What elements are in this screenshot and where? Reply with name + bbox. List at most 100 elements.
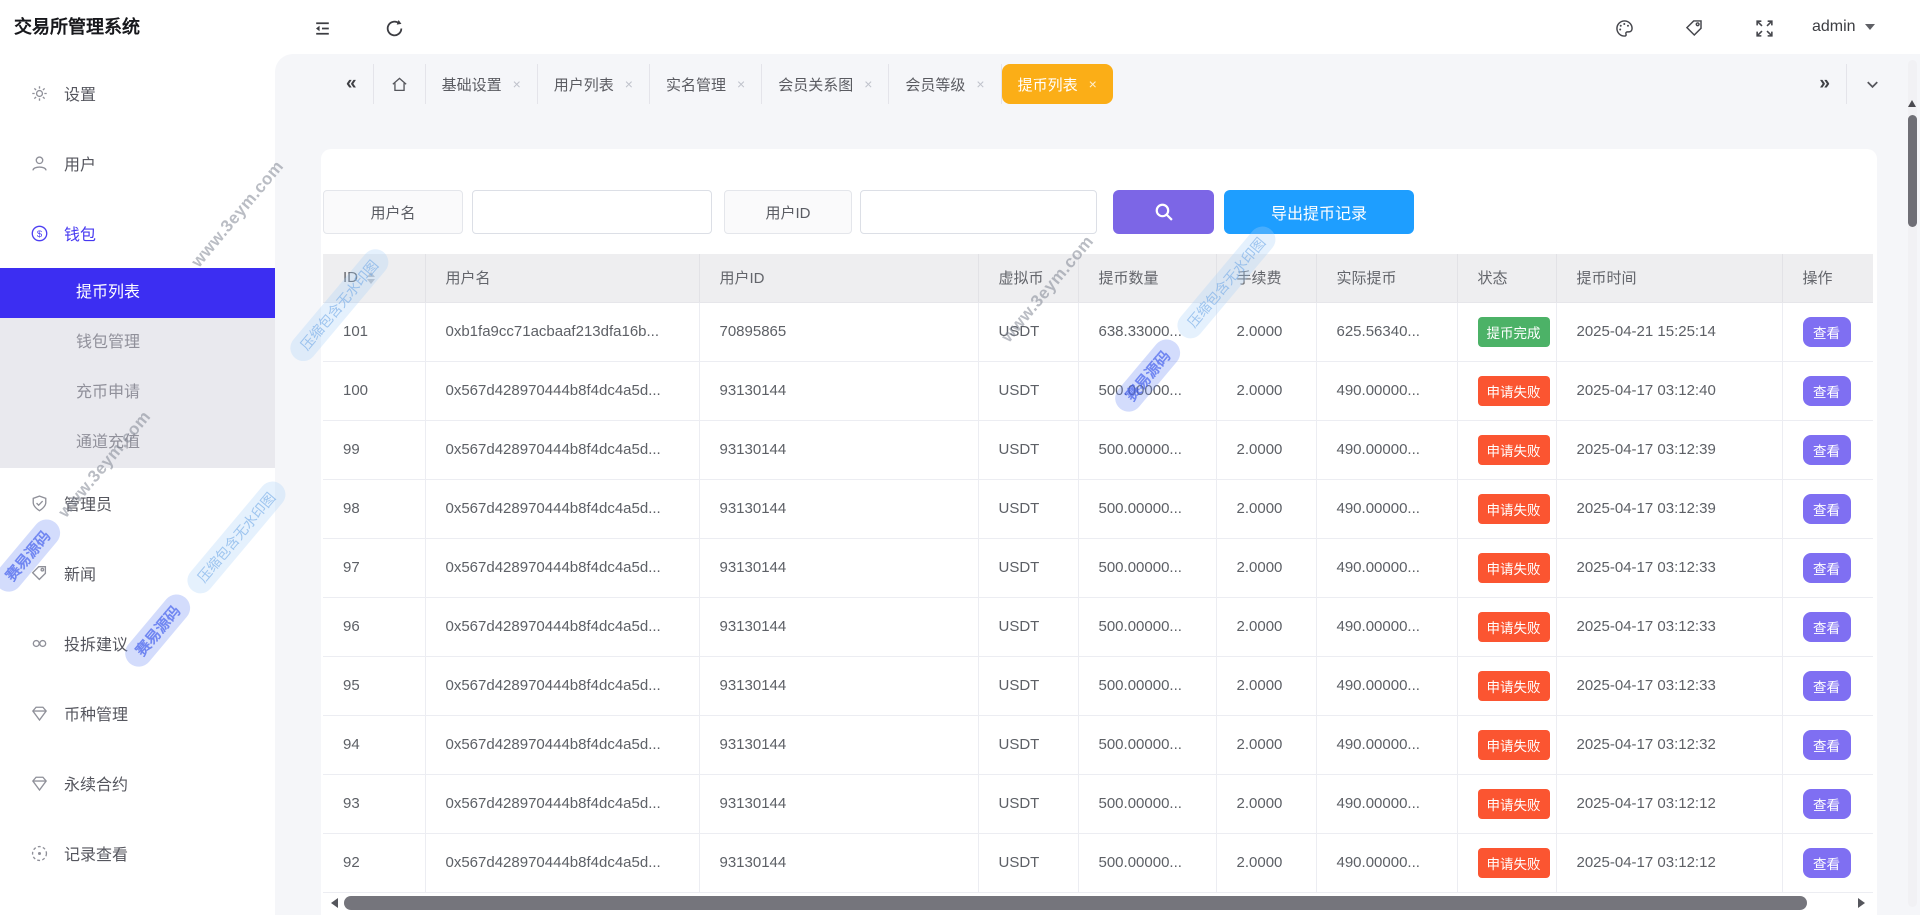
- sidebar-item-settings[interactable]: 设置: [0, 58, 275, 128]
- sidebar-subitem-channel-recharge[interactable]: 通道充值: [0, 418, 275, 468]
- col-header-label: 提币时间: [1577, 267, 1637, 288]
- cell-amount: 500.00000...: [1078, 538, 1216, 597]
- view-button[interactable]: 查看: [1803, 494, 1851, 524]
- sidebar-item-label: 投拆建议: [64, 631, 128, 655]
- theme-button[interactable]: [1610, 14, 1638, 42]
- tabs-scroll-right-button[interactable]: »: [1803, 64, 1847, 104]
- double-chevron-left-icon: «: [346, 73, 357, 95]
- col-header-inner: 操作: [1803, 267, 1874, 288]
- cell-action: 查看: [1782, 538, 1873, 597]
- view-button[interactable]: 查看: [1803, 435, 1851, 465]
- cell-id: 96: [323, 597, 425, 656]
- cell-username: 0x567d428970444b8f4dc4a5d...: [425, 715, 699, 774]
- tab-basic-settings[interactable]: 基础设置×: [426, 64, 538, 104]
- cell-time: 2025-04-17 03:12:39: [1556, 420, 1782, 479]
- cell-username: 0x567d428970444b8f4dc4a5d...: [425, 774, 699, 833]
- refresh-button[interactable]: [380, 14, 408, 42]
- sidebar-subitem-wallet-manage[interactable]: 钱包管理: [0, 318, 275, 368]
- tab-user-list[interactable]: 用户列表×: [538, 64, 650, 104]
- userid-input[interactable]: [860, 190, 1097, 234]
- close-icon[interactable]: ×: [1089, 76, 1097, 92]
- cell-action: 查看: [1782, 597, 1873, 656]
- cell-time: 2025-04-17 03:12:33: [1556, 597, 1782, 656]
- view-button[interactable]: 查看: [1803, 671, 1851, 701]
- link-icon: [30, 634, 49, 653]
- diamond-icon: [30, 774, 49, 793]
- table-row: 940x567d428970444b8f4dc4a5d...93130144US…: [323, 715, 1873, 774]
- view-button[interactable]: 查看: [1803, 553, 1851, 583]
- cell-actual: 625.56340...: [1316, 302, 1457, 361]
- content-card: 用户名 用户ID 导出提币记录 ID用户名用户ID虚拟币提币数量手续费实际提币状…: [321, 149, 1877, 915]
- scroll-up-arrow-icon[interactable]: [1908, 100, 1916, 107]
- search-button[interactable]: [1113, 190, 1214, 234]
- sidebar-item-admins[interactable]: 管理员: [0, 468, 275, 538]
- vertical-scrollbar[interactable]: [1908, 60, 1917, 907]
- sidebar-item-label: 用户: [64, 151, 96, 175]
- col-header-inner: 用户名: [446, 267, 699, 288]
- tab-withdraw-list[interactable]: 提币列表×: [1002, 64, 1113, 104]
- sidebar-item-users[interactable]: 用户: [0, 128, 275, 198]
- sidebar-item-coin-manage[interactable]: 币种管理: [0, 678, 275, 748]
- scroll-right-arrow-icon[interactable]: [1858, 898, 1865, 908]
- close-icon[interactable]: ×: [864, 76, 872, 92]
- cell-id: 95: [323, 656, 425, 715]
- close-icon[interactable]: ×: [976, 76, 984, 92]
- close-icon[interactable]: ×: [737, 76, 745, 92]
- view-button[interactable]: 查看: [1803, 730, 1851, 760]
- tabs-scroll-left-button[interactable]: «: [330, 64, 374, 104]
- sort-up-icon: [367, 272, 375, 277]
- admin-menu[interactable]: admin: [1812, 0, 1875, 54]
- sidebar-item-label: 管理员: [64, 491, 112, 515]
- cell-fee: 2.0000: [1216, 361, 1316, 420]
- cell-actual: 490.00000...: [1316, 833, 1457, 892]
- sort-icon[interactable]: [367, 272, 375, 284]
- tag-button[interactable]: [1680, 14, 1708, 42]
- view-button[interactable]: 查看: [1803, 317, 1851, 347]
- sidebar-item-wallet[interactable]: $钱包: [0, 198, 275, 268]
- withdraw-table: ID用户名用户ID虚拟币提币数量手续费实际提币状态提币时间操作 1010xb1f…: [323, 254, 1873, 893]
- sidebar-item-news[interactable]: 新闻: [0, 538, 275, 608]
- cell-username: 0x567d428970444b8f4dc4a5d...: [425, 479, 699, 538]
- collapse-sidebar-button[interactable]: [308, 14, 336, 42]
- vertical-scroll-thumb[interactable]: [1908, 115, 1917, 227]
- tabbar-tabs: 基础设置×用户列表×实名管理×会员关系图×会员等级×提币列表×: [426, 64, 1113, 104]
- cell-amount: 500.00000...: [1078, 774, 1216, 833]
- scroll-left-arrow-icon[interactable]: [331, 898, 338, 908]
- cell-status: 申请失败: [1457, 715, 1556, 774]
- tab-member-level[interactable]: 会员等级×: [889, 64, 1001, 104]
- cell-status: 申请失败: [1457, 597, 1556, 656]
- sidebar-subitem-deposit-apply[interactable]: 充币申请: [0, 368, 275, 418]
- cell-id: 92: [323, 833, 425, 892]
- view-button[interactable]: 查看: [1803, 789, 1851, 819]
- sidebar-subitem-withdraw-list[interactable]: 提币列表: [0, 268, 275, 318]
- cell-coin: USDT: [978, 361, 1078, 420]
- horizontal-scroll-track[interactable]: [344, 896, 1852, 910]
- username-filter-label: 用户名: [323, 190, 463, 234]
- tabs-dropdown-button[interactable]: [1847, 64, 1898, 104]
- cell-status: 申请失败: [1457, 479, 1556, 538]
- sidebar-item-perpetual[interactable]: 永续合约: [0, 748, 275, 818]
- status-badge: 申请失败: [1478, 671, 1550, 701]
- view-button[interactable]: 查看: [1803, 376, 1851, 406]
- close-icon[interactable]: ×: [513, 76, 521, 92]
- close-icon[interactable]: ×: [625, 76, 633, 92]
- tab-realname[interactable]: 实名管理×: [650, 64, 762, 104]
- tab-member-graph[interactable]: 会员关系图×: [762, 64, 889, 104]
- table-row: 1010xb1fa9cc71acbaaf213dfa16b...70895865…: [323, 302, 1873, 361]
- view-button[interactable]: 查看: [1803, 612, 1851, 642]
- tab-home[interactable]: [374, 64, 426, 104]
- export-withdraw-records-button[interactable]: 导出提币记录: [1224, 190, 1414, 234]
- cell-user_id: 93130144: [699, 597, 978, 656]
- view-button[interactable]: 查看: [1803, 848, 1851, 878]
- sidebar-item-records[interactable]: 记录查看: [0, 818, 275, 888]
- table-header-row: ID用户名用户ID虚拟币提币数量手续费实际提币状态提币时间操作: [323, 254, 1873, 302]
- cell-time: 2025-04-17 03:12:12: [1556, 833, 1782, 892]
- username-input[interactable]: [472, 190, 712, 234]
- col-header-status: 状态: [1457, 254, 1556, 302]
- sidebar-item-feedback[interactable]: 投拆建议: [0, 608, 275, 678]
- fullscreen-button[interactable]: [1750, 14, 1778, 42]
- cell-amount: 500.00000...: [1078, 715, 1216, 774]
- col-header-id: ID: [323, 254, 425, 302]
- horizontal-scroll-thumb[interactable]: [344, 896, 1807, 910]
- cell-id: 98: [323, 479, 425, 538]
